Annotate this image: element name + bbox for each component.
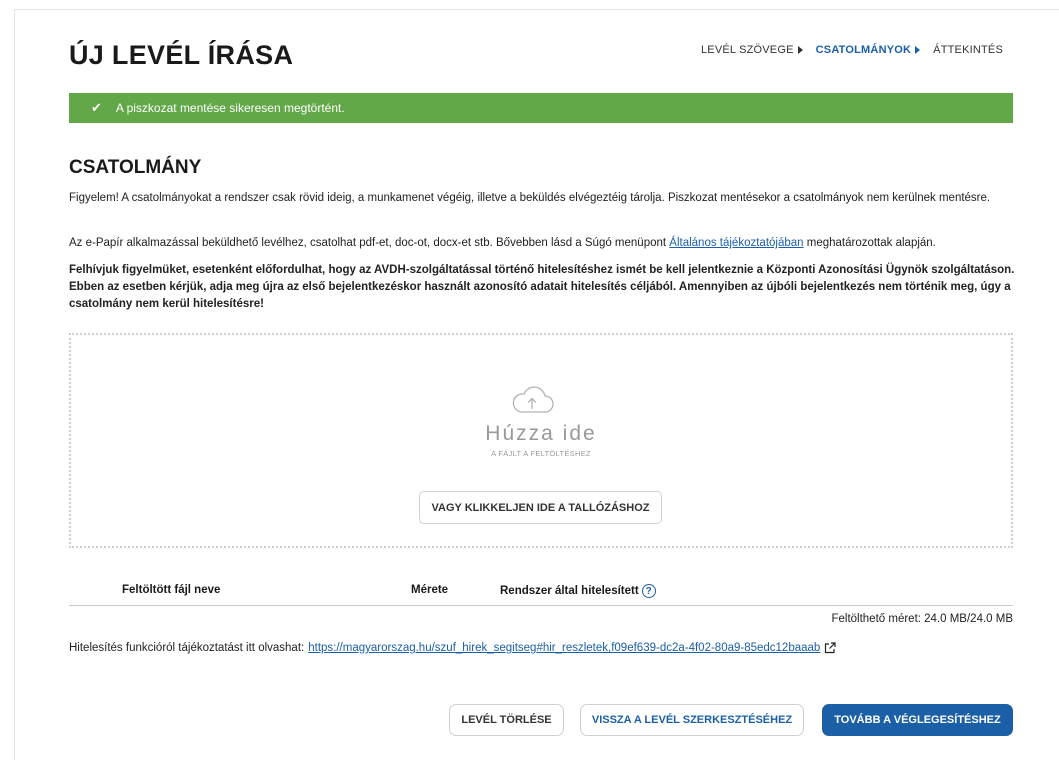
step-label: CSATOLMÁNYOK <box>815 44 912 56</box>
dropzone-title: Húzza ide <box>485 422 597 445</box>
page-title: ÚJ LEVÉL ÍRÁSA <box>69 40 294 70</box>
column-header-filename: Feltöltött fájl neve <box>122 584 220 596</box>
format-text-end: meghatározottak alapján. <box>803 237 936 249</box>
cloud-upload-icon <box>512 386 554 413</box>
dropzone-subtitle: A FÁJLT A FELTÖLTÉSHEZ <box>491 449 591 458</box>
upload-size-info: Feltölthető méret: 24.0 MB/24.0 MB <box>831 613 1013 625</box>
wizard-steps: LEVÉL SZÖVEGE CSATOLMÁNYOK ÁTTEKINTÉS <box>701 44 1003 56</box>
authentication-info: Hitelesítés funkcióról tájékoztatást itt… <box>69 642 836 654</box>
step-attachments[interactable]: CSATOLMÁNYOK <box>816 44 921 56</box>
step-letter-text[interactable]: LEVÉL SZÖVEGE <box>701 44 803 56</box>
table-divider <box>69 605 1013 606</box>
delete-letter-button[interactable]: LEVÉL TÖRLÉSE <box>449 704 564 736</box>
success-alert: ✔ A piszkozat mentése sikeresen megtörté… <box>69 93 1013 123</box>
general-info-link[interactable]: Általános tájékoztatójában <box>669 237 803 249</box>
arrow-right-icon <box>915 46 921 54</box>
column-header-size: Mérete <box>411 584 448 596</box>
browse-button[interactable]: VAGY KLIKKELJEN IDE A TALLÓZÁSHOZ <box>419 491 662 524</box>
check-icon: ✔ <box>91 100 102 115</box>
header-label: Feltöltött fájl neve <box>122 584 221 596</box>
continue-to-finalize-button[interactable]: TOVÁBB A VÉGLEGESÍTÉSHEZ <box>822 704 1013 736</box>
arrow-right-icon <box>797 46 803 54</box>
notice-paragraph: Figyelem! A csatolmányokat a rendszer cs… <box>69 192 991 204</box>
header-label: Rendszer által hitelesített <box>500 585 639 597</box>
section-title: CSATOLMÁNY <box>69 157 202 178</box>
step-label: LEVÉL SZÖVEGE <box>700 44 794 56</box>
format-text: Az e-Papír alkalmazással beküldhető levé… <box>69 237 670 249</box>
external-link-icon[interactable] <box>824 642 836 654</box>
header-label: Mérete <box>411 584 449 596</box>
format-paragraph: Az e-Papír alkalmazással beküldhető levé… <box>69 235 1019 252</box>
column-header-authenticated: Rendszer által hitelesített? <box>500 584 656 598</box>
info-text: Hitelesítés funkcióról tájékoztatást itt… <box>69 642 305 654</box>
back-to-edit-button[interactable]: VISSZA A LEVÉL SZERKESZTÉSÉHEZ <box>580 704 804 736</box>
step-label: ÁTTEKINTÉS <box>933 44 1003 56</box>
warning-paragraph: Felhívjuk figyelmüket, esetenként előfor… <box>69 264 1015 310</box>
alert-text: A piszkozat mentése sikeresen megtörtént… <box>115 101 345 115</box>
authentication-info-link[interactable]: https://magyarorszag.hu/szuf_hirek_segit… <box>308 642 820 654</box>
step-overview[interactable]: ÁTTEKINTÉS <box>933 44 1003 56</box>
help-icon[interactable]: ? <box>641 584 656 598</box>
